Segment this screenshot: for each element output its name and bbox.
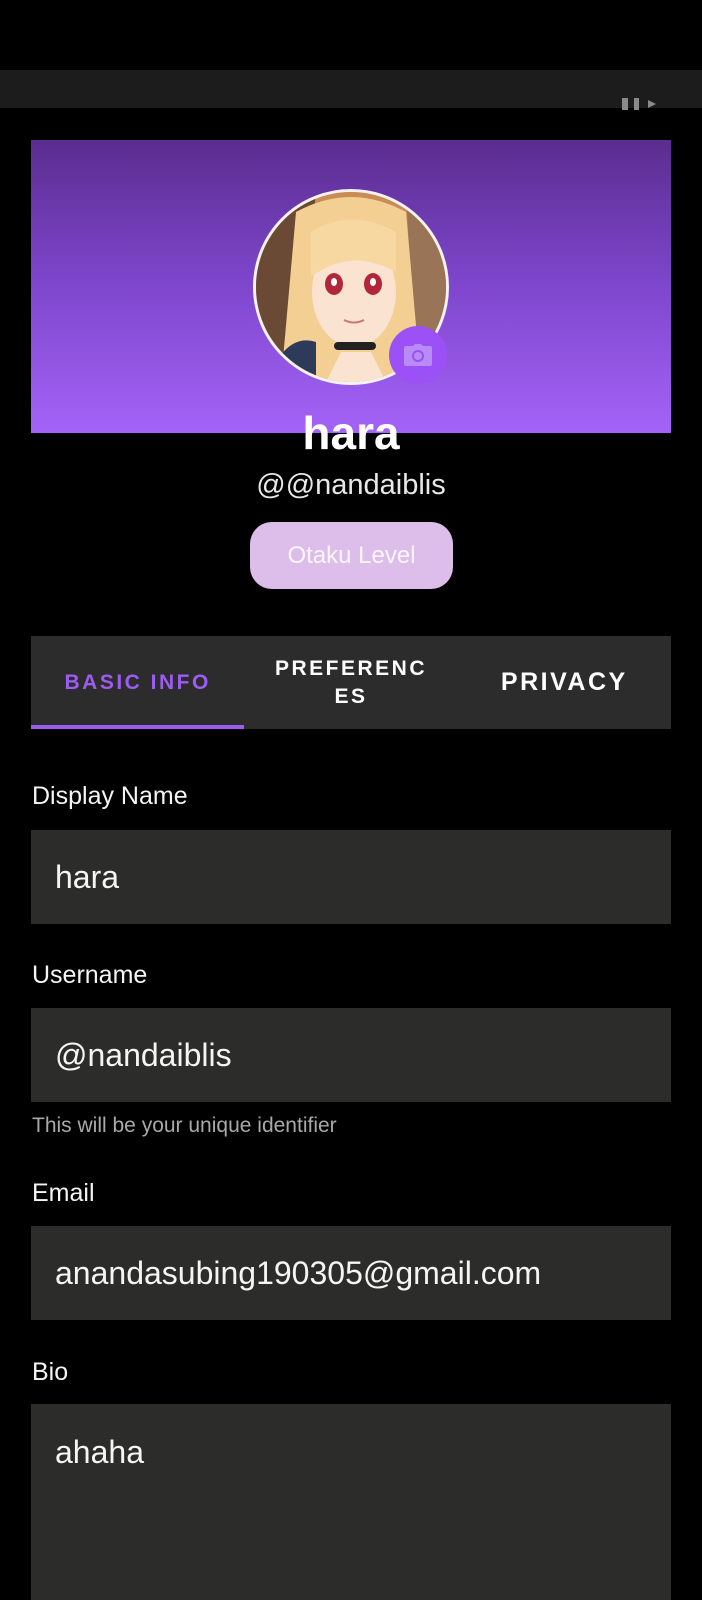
tab-privacy[interactable]: PRIVACY (458, 636, 671, 729)
exit-icon[interactable] (622, 98, 668, 110)
tab-preferences[interactable]: PREFERENCES (244, 636, 457, 729)
top-bar (0, 70, 702, 108)
otaku-level-button[interactable]: Otaku Level (250, 522, 453, 589)
username-helper-text: This will be your unique identifier (32, 1114, 337, 1137)
tab-basic-info[interactable]: BASIC INFO (31, 636, 245, 729)
change-avatar-button[interactable] (389, 326, 447, 384)
profile-handle: @@nandaiblis (256, 469, 446, 501)
profile-tabs: BASIC INFO PREFERENCES PRIVACY (31, 636, 671, 729)
bio-field[interactable]: ahaha (31, 1404, 671, 1600)
display-name-label: Display Name (32, 782, 188, 810)
username-label: Username (32, 961, 148, 989)
display-name-field[interactable]: hara (31, 830, 671, 924)
bio-label: Bio (32, 1358, 69, 1386)
email-label: Email (32, 1179, 95, 1207)
email-field[interactable]: anandasubing190305@gmail.com (31, 1226, 671, 1320)
camera-icon (404, 344, 432, 366)
avatar-container (253, 189, 449, 385)
username-field[interactable]: @nandaiblis (31, 1008, 671, 1102)
profile-name: hara (302, 407, 400, 459)
